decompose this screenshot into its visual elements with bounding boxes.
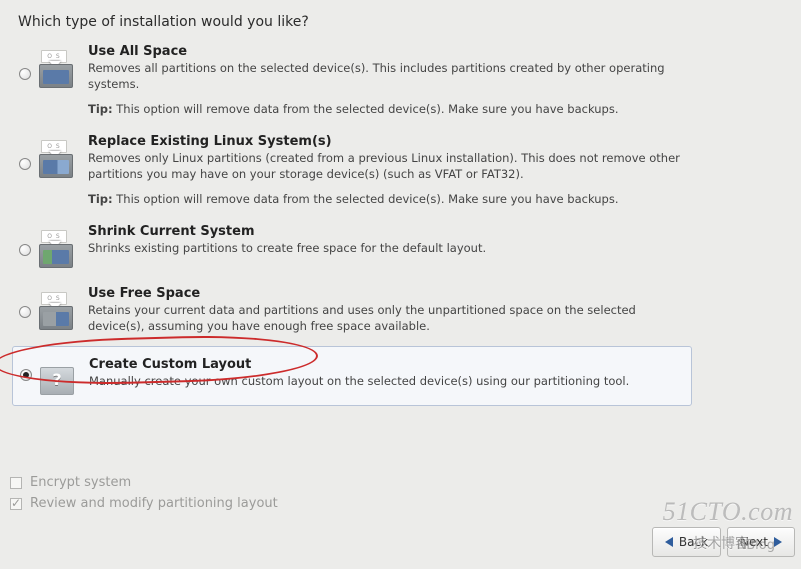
option-desc: Shrinks existing partitions to create fr… (88, 241, 684, 257)
disk-icon: O S (39, 142, 73, 178)
radio-replace-linux[interactable] (19, 158, 31, 170)
arrow-left-icon (665, 537, 673, 547)
back-button-label: Back (679, 535, 708, 549)
option-use-all-space[interactable]: O S Use All Space Removes all partitions… (12, 38, 692, 120)
install-type-options: O S Use All Space Removes all partitions… (12, 38, 692, 414)
option-create-custom-layout[interactable]: Create Custom Layout Manually create you… (12, 346, 692, 406)
radio-use-free-space[interactable] (19, 306, 31, 318)
next-button-label: Next (740, 535, 768, 549)
option-desc: Retains your current data and partitions… (88, 303, 684, 334)
encrypt-system-row[interactable]: Encrypt system (10, 475, 278, 490)
option-title: Replace Existing Linux System(s) (88, 134, 684, 149)
radio-create-custom-layout[interactable] (20, 369, 32, 381)
arrow-right-icon (774, 537, 782, 547)
encrypt-system-label: Encrypt system (30, 475, 131, 490)
disk-icon: O S (39, 294, 73, 330)
radio-shrink-current[interactable] (19, 244, 31, 256)
option-title: Use All Space (88, 44, 684, 59)
option-title: Shrink Current System (88, 224, 684, 239)
option-desc: Removes all partitions on the selected d… (88, 61, 684, 92)
disk-icon: O S (39, 232, 73, 268)
review-partitioning-label: Review and modify partitioning layout (30, 496, 278, 511)
disk-icon: O S (39, 52, 73, 88)
option-desc: Removes only Linux partitions (created f… (88, 151, 684, 182)
page-title: Which type of installation would you lik… (18, 14, 309, 30)
encrypt-system-checkbox[interactable] (10, 477, 22, 489)
option-replace-linux[interactable]: O S Replace Existing Linux System(s) Rem… (12, 128, 692, 210)
review-partitioning-checkbox[interactable] (10, 498, 22, 510)
radio-use-all-space[interactable] (19, 68, 31, 80)
option-title: Create Custom Layout (89, 357, 683, 372)
question-icon (40, 367, 74, 395)
option-title: Use Free Space (88, 286, 684, 301)
option-tip: Tip: This option will remove data from t… (88, 102, 684, 116)
option-desc: Manually create your own custom layout o… (89, 374, 683, 390)
option-shrink-current[interactable]: O S Shrink Current System Shrinks existi… (12, 218, 692, 272)
back-button[interactable]: Back (652, 527, 721, 557)
option-tip: Tip: This option will remove data from t… (88, 192, 684, 206)
nav-buttons: Back Next (652, 527, 795, 557)
bottom-checkboxes: Encrypt system Review and modify partiti… (10, 469, 278, 511)
option-use-free-space[interactable]: O S Use Free Space Retains your current … (12, 280, 692, 338)
review-partitioning-row[interactable]: Review and modify partitioning layout (10, 496, 278, 511)
next-button[interactable]: Next (727, 527, 795, 557)
watermark-site: 51CTO.com (663, 497, 793, 527)
